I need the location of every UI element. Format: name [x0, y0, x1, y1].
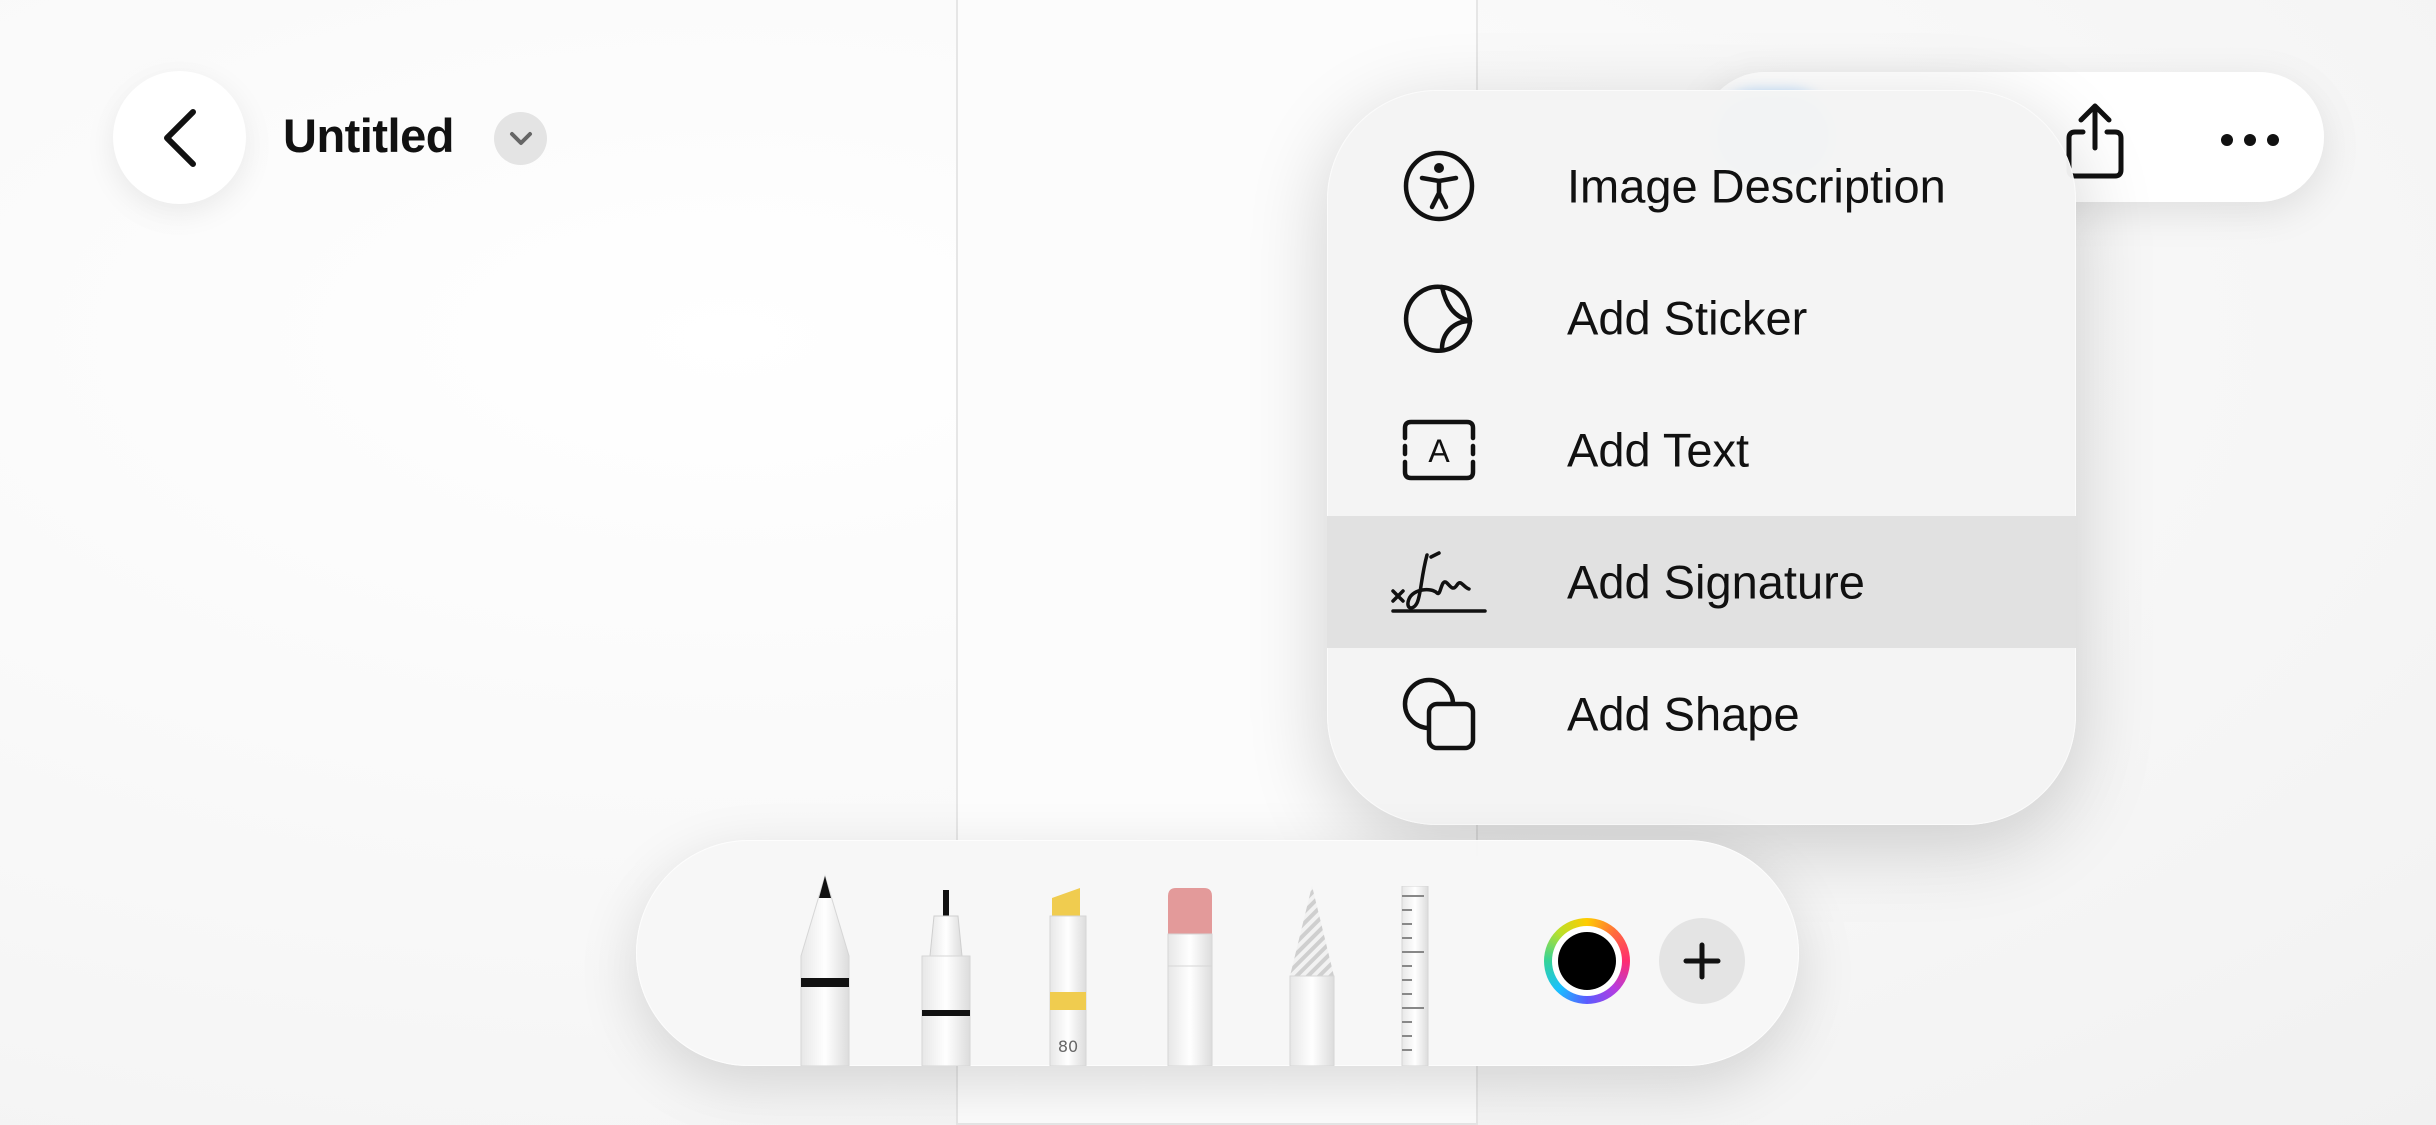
signature-icon	[1389, 532, 1489, 632]
text-box-icon: A	[1389, 400, 1489, 500]
add-tool-button[interactable]	[1659, 918, 1745, 1004]
highlighter-tool[interactable]: 80	[1038, 886, 1098, 1066]
menu-item-label: Add Sticker	[1567, 291, 1808, 345]
more-button[interactable]	[2210, 110, 2290, 170]
svg-text:A: A	[1428, 433, 1450, 469]
pen-tool[interactable]	[793, 856, 857, 1066]
menu-item-add-shape[interactable]: Add Shape	[1327, 648, 2076, 780]
ruler-tool[interactable]	[1394, 886, 1434, 1066]
highlighter-opacity-label: 80	[1058, 1037, 1078, 1056]
shapes-icon	[1389, 664, 1489, 764]
insert-menu: Image Description Add Sticker A Add Text	[1327, 90, 2076, 825]
chevron-left-icon	[163, 108, 196, 167]
menu-item-add-sticker[interactable]: Add Sticker	[1327, 252, 2076, 384]
menu-item-label: Add Shape	[1567, 687, 1800, 741]
color-picker-button[interactable]	[1544, 918, 1630, 1004]
menu-item-label: Image Description	[1567, 159, 1946, 213]
sticker-icon	[1389, 268, 1489, 368]
plus-icon	[1683, 942, 1721, 980]
menu-item-label: Add Text	[1567, 423, 1750, 477]
chevron-down-icon	[509, 131, 532, 145]
fineliner-tool[interactable]	[916, 886, 976, 1066]
back-button[interactable]	[113, 71, 246, 204]
current-color-swatch	[1558, 932, 1616, 990]
menu-item-add-text[interactable]: A Add Text	[1327, 384, 2076, 516]
menu-item-add-signature[interactable]: Add Signature	[1327, 516, 2076, 648]
pencil-tool[interactable]	[1282, 886, 1342, 1066]
menu-item-label: Add Signature	[1567, 555, 1865, 609]
accessibility-icon	[1389, 136, 1489, 236]
ellipsis-icon	[2221, 134, 2279, 146]
eraser-tool[interactable]	[1160, 886, 1220, 1066]
document-title[interactable]: Untitled	[283, 108, 454, 163]
title-menu-button[interactable]	[494, 112, 547, 165]
menu-item-image-description[interactable]: Image Description	[1327, 120, 2076, 252]
